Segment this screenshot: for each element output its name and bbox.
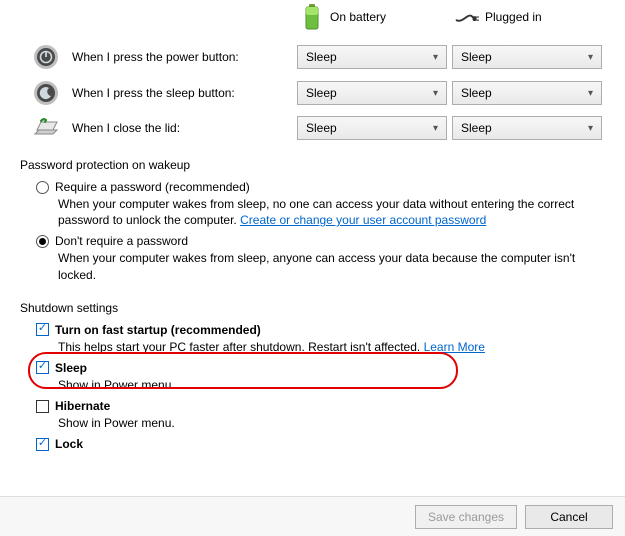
row-power-button: When I press the power button: Sleep ▾ S… [20,44,605,70]
chevron-down-icon: ▾ [588,88,593,99]
section-heading-password: Password protection on wakeup [20,158,605,172]
sleep-button-plugged-select[interactable]: Sleep ▾ [452,81,602,105]
row-power-button-label: When I press the power button: [72,50,297,64]
section-heading-shutdown: Shutdown settings [20,301,605,315]
dont-require-password-desc: When your computer wakes from sleep, any… [58,250,598,282]
column-header-battery-label: On battery [330,10,386,24]
checkbox-sleep-label: Sleep [55,361,87,375]
column-header-plugged: Plugged in [455,3,605,31]
battery-icon [300,3,324,31]
lid-plugged-select[interactable]: Sleep ▾ [452,116,602,140]
checkbox-hibernate[interactable] [36,400,49,413]
chevron-down-icon: ▾ [433,123,438,134]
checkbox-hibernate-label: Hibernate [55,399,110,413]
checkbox-fast-startup-label: Turn on fast startup (recommended) [55,323,261,337]
column-header-plugged-label: Plugged in [485,10,542,24]
row-sleep-button-label: When I press the sleep button: [72,86,297,100]
lid-icon [31,116,61,140]
checkbox-fast-startup[interactable] [36,323,49,336]
chevron-down-icon: ▾ [588,52,593,63]
chevron-down-icon: ▾ [588,123,593,134]
sleep-button-icon [33,80,59,106]
power-button-plugged-select[interactable]: Sleep ▾ [452,45,602,69]
sleep-button-plugged-value: Sleep [461,86,492,100]
radio-dont-require-password-label: Don't require a password [55,234,188,248]
power-button-battery-select[interactable]: Sleep ▾ [297,45,447,69]
sleep-button-battery-select[interactable]: Sleep ▾ [297,81,447,105]
radio-dont-require-password[interactable] [36,235,49,248]
save-changes-button[interactable]: Save changes [415,505,517,529]
row-lid-label: When I close the lid: [72,121,297,135]
checkbox-lock-label: Lock [55,437,83,451]
checkbox-sleep[interactable] [36,361,49,374]
lid-plugged-value: Sleep [461,121,492,135]
footer: Save changes Cancel [0,496,625,536]
require-password-desc: When your computer wakes from sleep, no … [58,196,598,228]
power-button-icon [33,44,59,70]
radio-require-password-label: Require a password (recommended) [55,180,250,194]
chevron-down-icon: ▾ [433,88,438,99]
cancel-button[interactable]: Cancel [525,505,613,529]
power-button-plugged-value: Sleep [461,50,492,64]
radio-require-password[interactable] [36,181,49,194]
lid-battery-select[interactable]: Sleep ▾ [297,116,447,140]
row-sleep-button: When I press the sleep button: Sleep ▾ S… [20,80,605,106]
plug-icon [455,3,479,31]
hibernate-desc: Show in Power menu. [58,415,598,431]
link-learn-more[interactable]: Learn More [424,340,485,354]
column-header-battery: On battery [300,3,450,31]
fast-startup-desc: This helps start your PC faster after sh… [58,339,598,355]
chevron-down-icon: ▾ [433,52,438,63]
checkbox-lock[interactable] [36,438,49,451]
sleep-button-battery-value: Sleep [306,86,337,100]
power-button-battery-value: Sleep [306,50,337,64]
lid-battery-value: Sleep [306,121,337,135]
link-create-change-password[interactable]: Create or change your user account passw… [240,213,486,227]
sleep-desc: Show in Power menu. [58,377,598,393]
row-lid: When I close the lid: Sleep ▾ Sleep ▾ [20,116,605,140]
